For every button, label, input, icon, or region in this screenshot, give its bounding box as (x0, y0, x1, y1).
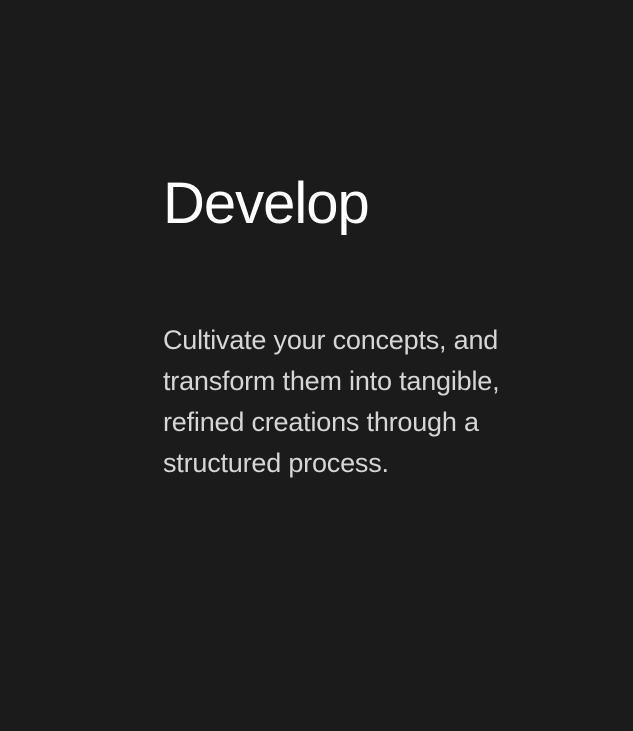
card-description: Cultivate your concepts, and transform t… (163, 325, 500, 478)
card-title: Develop (163, 171, 370, 236)
feature-card: Develop Cultivate your concepts, and tra… (0, 0, 633, 731)
